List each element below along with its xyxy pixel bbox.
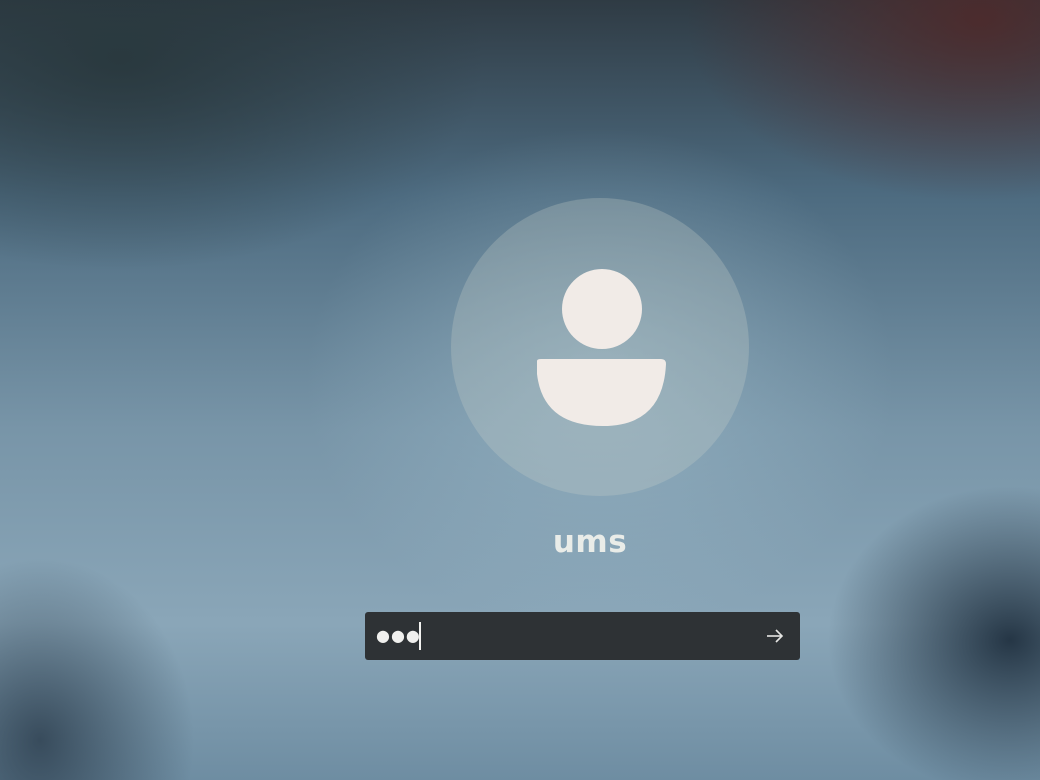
text-caret xyxy=(419,622,421,650)
submit-button[interactable] xyxy=(758,619,792,653)
user-silhouette-icon xyxy=(537,269,666,426)
arrow-right-icon xyxy=(767,629,784,643)
password-masked-value[interactable]: ●●● xyxy=(376,622,421,650)
username-label: ums xyxy=(552,524,628,560)
user-avatar xyxy=(451,198,749,496)
lock-screen: ums ●●● xyxy=(0,0,1040,780)
password-field[interactable]: ●●● xyxy=(365,612,800,660)
